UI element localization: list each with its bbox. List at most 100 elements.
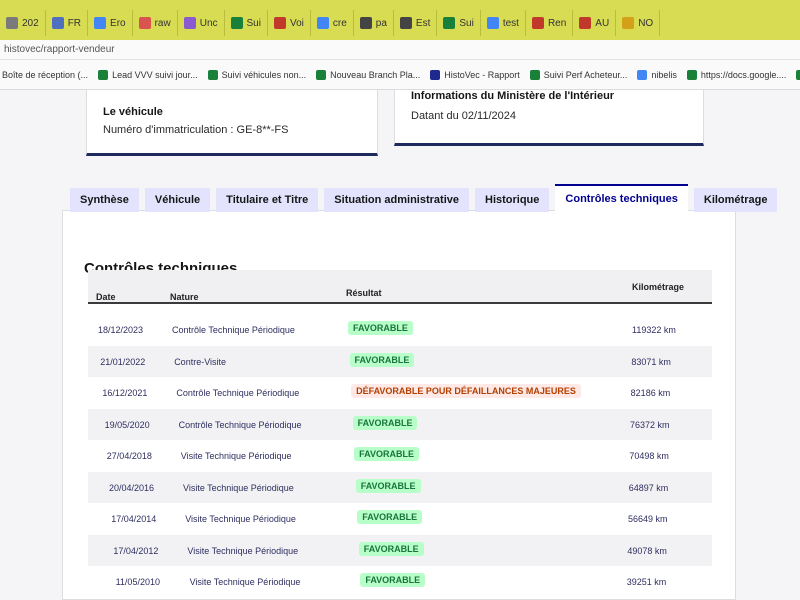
section-tabs: Synthèse Véhicule Titulaire et Titre Situat… <box>70 182 778 212</box>
browser-tab[interactable]: pa <box>354 10 394 36</box>
table-row: 17/04/2014 Visite Technique Périodique FAV… <box>88 503 712 534</box>
tab-situation-administrative[interactable]: Situation administrative <box>324 188 469 212</box>
sheet-icon <box>230 17 243 29</box>
row-nature: Visite Technique Périodique <box>189 577 301 587</box>
row-km: 39251 km <box>626 577 667 587</box>
row-nature: Visite Technique Périodique <box>183 482 294 493</box>
doc-icon <box>359 17 372 29</box>
vehicle-card-title: Le véhicule <box>103 106 163 118</box>
row-nature: Contrôle Technique Périodique <box>178 419 302 430</box>
browser-tab-label: raw <box>154 17 171 29</box>
browser-tab[interactable]: FR <box>46 10 89 36</box>
header-date: Date <box>96 292 116 302</box>
result-badge: FAVORABLE <box>354 447 419 461</box>
row-km: 76372 km <box>630 419 670 430</box>
bookmark-item[interactable]: Demande de validat... <box>796 69 800 80</box>
table-row: 11/05/2010 Visite Technique Périodique FAV… <box>88 566 712 597</box>
bookmark-label: Suivi Perf Acheteur... <box>543 69 628 80</box>
ministry-date: Datant du 02/11/2024 <box>411 110 516 122</box>
browser-tab[interactable]: Est <box>394 10 438 36</box>
bookmark-item[interactable]: HistoVec - Rapport <box>430 69 520 80</box>
ministry-card-title: Informations du Ministère de l'Intérieur <box>411 90 615 102</box>
row-km: 82186 km <box>630 388 671 398</box>
browser-tab[interactable]: test <box>481 10 526 36</box>
row-date: 11/05/2010 <box>115 577 160 587</box>
vehicle-plate: Numéro d'immatriculation : GE-8**-FS <box>103 124 289 136</box>
bookmark-item[interactable]: nibelis <box>637 69 677 80</box>
bookmark-item[interactable]: Suivi véhicules non... <box>207 69 307 80</box>
browser-tab[interactable]: cre <box>311 10 354 36</box>
google-icon <box>94 17 107 29</box>
row-date: 20/04/2016 <box>109 482 155 493</box>
ministry-card: Informations du Ministère de l'Intérieur… <box>394 90 704 146</box>
browser-tab-label: cre <box>332 17 347 29</box>
sheet-icon <box>796 69 800 80</box>
s-icon <box>138 17 151 29</box>
browser-tab-label: NO <box>638 17 654 29</box>
row-date: 17/04/2014 <box>111 514 157 524</box>
browser-tab[interactable]: Unc <box>178 10 225 36</box>
address-url[interactable]: histovec/rapport-vendeur <box>4 44 115 55</box>
doc-icon <box>399 17 412 29</box>
bookmark-label: https://docs.google.... <box>700 69 787 80</box>
tab-synthese[interactable]: Synthèse <box>70 188 139 212</box>
sheet-icon <box>207 69 218 80</box>
header-result: Résultat <box>346 288 382 298</box>
tab-controles-techniques[interactable]: Contrôles techniques <box>555 184 688 212</box>
sheet-icon <box>98 69 109 80</box>
google-icon <box>316 17 329 29</box>
tab-historique[interactable]: Historique <box>475 188 550 212</box>
browser-tab-label: AU <box>595 17 610 29</box>
row-date: 19/05/2020 <box>104 419 150 430</box>
result-badge: FAVORABLE <box>357 510 423 524</box>
sheet-icon <box>686 69 697 80</box>
row-date: 16/12/2021 <box>102 388 148 398</box>
bookmarks-bar: Boîte de réception (... Lead VVV suivi jo… <box>0 60 800 90</box>
browser-tab-label: FR <box>67 17 82 29</box>
row-date: 17/04/2012 <box>113 545 159 556</box>
browser-tab[interactable]: Ero <box>88 10 133 36</box>
doc-icon <box>531 17 544 29</box>
browser-tab[interactable]: AU <box>573 10 617 36</box>
result-badge: FAVORABLE <box>355 478 421 493</box>
browser-tab[interactable]: 202 <box>0 10 46 36</box>
bookmark-item[interactable]: https://docs.google.... <box>686 69 787 80</box>
browser-tab[interactable]: Sui <box>225 10 268 36</box>
row-km: 119322 km <box>632 325 676 335</box>
page-content: Le véhicule Numéro d'immatriculation : G… <box>0 90 800 600</box>
sheet-icon <box>529 69 540 80</box>
result-badge: FAVORABLE <box>348 321 413 335</box>
doc-icon <box>622 17 635 29</box>
browser-tab[interactable]: Voi <box>268 10 311 36</box>
address-bar[interactable]: histovec/rapport-vendeur <box>0 40 800 60</box>
bookmark-item[interactable]: Nouveau Branch Pla... <box>316 69 421 80</box>
browser-tab-strip: 202 FR Ero raw Unc Sui Voi cre pa Est Sui test Ren AU… <box>0 0 800 40</box>
tab-titulaire-et-titre[interactable]: Titulaire et Titre <box>216 188 319 212</box>
bookmark-item[interactable]: Suivi Perf Acheteur... <box>529 69 628 80</box>
browser-tab-label: Sui <box>246 17 261 29</box>
bookmark-item[interactable]: Boîte de réception (... <box>2 70 88 80</box>
bookmark-item[interactable]: Lead VVV suivi jour... <box>98 69 198 80</box>
tab-vehicule[interactable]: Véhicule <box>144 188 211 212</box>
browser-tab[interactable]: raw <box>133 10 178 36</box>
table-row: 20/04/2016 Visite Technique Périodique FAV… <box>88 471 712 503</box>
browser-tab-label: test <box>502 17 519 29</box>
bookmark-label: Suivi véhicules non... <box>221 69 307 80</box>
row-km: 64897 km <box>628 482 669 493</box>
tab-kilometrage[interactable]: Kilométrage <box>693 188 778 212</box>
header-nature: Nature <box>170 292 199 302</box>
browser-tab[interactable]: Ren <box>526 10 574 36</box>
bookmark-label: Nouveau Branch Pla... <box>330 69 421 80</box>
browser-tab-label: Voi <box>289 17 304 29</box>
row-km: 70498 km <box>629 451 669 461</box>
table-header: Date Nature Résultat Kilométrage <box>88 270 712 304</box>
row-nature: Visite Technique Périodique <box>187 545 299 556</box>
row-nature: Contre-Visite <box>174 356 227 367</box>
bookmark-label: nibelis <box>651 69 677 80</box>
browser-tab[interactable]: NO <box>616 10 661 36</box>
result-badge: FAVORABLE <box>358 541 424 556</box>
table-row: 27/04/2018 Visite Technique Périodique FAV… <box>88 440 712 471</box>
doc-icon <box>273 17 286 29</box>
browser-tab[interactable]: Sui <box>437 10 481 36</box>
row-nature: Contrôle Technique Périodique <box>176 388 300 398</box>
